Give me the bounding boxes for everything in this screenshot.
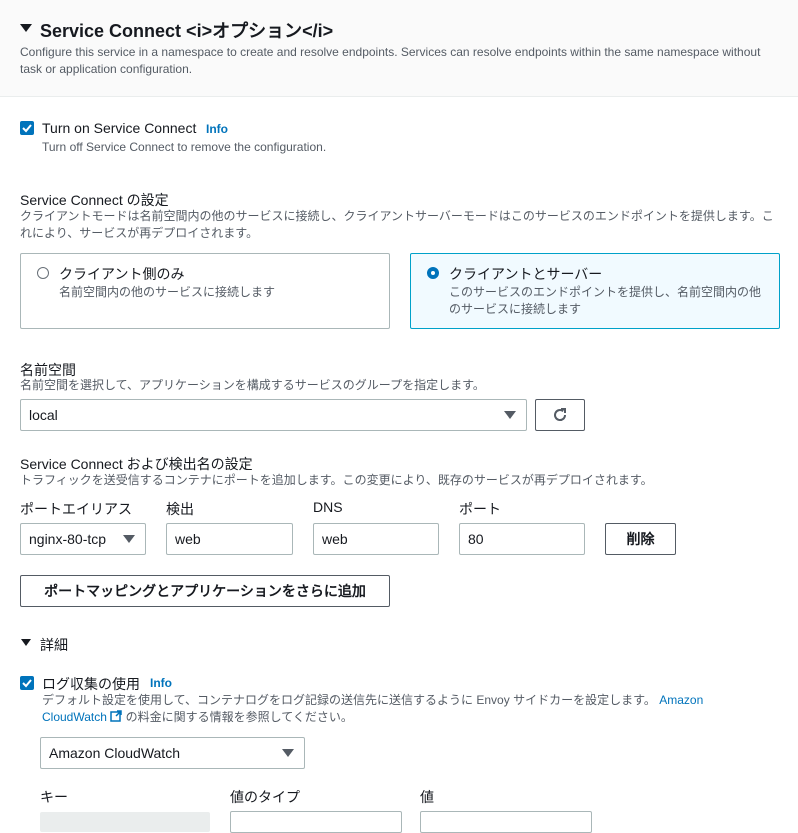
discovery-input[interactable]: web xyxy=(166,523,293,555)
value-type-select[interactable] xyxy=(230,811,402,833)
add-port-mapping-button[interactable]: ポートマッピングとアプリケーションをさらに追加 xyxy=(20,575,390,607)
turn-on-checkbox[interactable] xyxy=(20,121,34,135)
column-value: 値 xyxy=(420,789,434,805)
log-desc-text-1: デフォルト設定を使用して、コンテナログをログ記録の送信先に送信するように Env… xyxy=(42,693,656,707)
column-dns: DNS xyxy=(313,499,343,515)
column-value-type: 値のタイプ xyxy=(230,789,300,805)
turn-on-label[interactable]: Turn on Service Connect xyxy=(42,120,196,136)
namespace-value: local xyxy=(29,407,58,423)
radio-client-server[interactable] xyxy=(427,267,439,279)
key-input[interactable] xyxy=(40,812,210,832)
dns-input[interactable]: web xyxy=(313,523,439,555)
turn-on-description: Turn off Service Connect to remove the c… xyxy=(42,140,327,154)
option-client-server-desc: このサービスのエンドポイントを提供し、名前空間内の他のサービスに接続します xyxy=(449,285,762,316)
config-title: Service Connect の設定 xyxy=(20,192,169,208)
discovery-description: トラフィックを送受信するコンテナにポートを追加します。この変更により、既存のサー… xyxy=(20,473,653,487)
namespace-select[interactable]: local xyxy=(20,399,527,431)
external-link-icon[interactable] xyxy=(110,710,123,722)
config-description: クライアントモードは名前空間内の他のサービスに接続し、クライアントサーバーモード… xyxy=(20,209,774,240)
delete-button[interactable]: 削除 xyxy=(605,523,676,555)
namespace-refresh-button[interactable] xyxy=(535,399,585,431)
port-alias-value: nginx-80-tcp xyxy=(29,531,107,547)
details-title[interactable]: 詳細 xyxy=(40,635,68,655)
namespace-description: 名前空間を選択して、アプリケーションを構成するサービスのグループを指定します。 xyxy=(20,378,485,392)
option-client-server-label: クライアントとサーバー xyxy=(449,266,603,282)
option-client-only-desc: 名前空間内の他のサービスに接続します xyxy=(59,285,276,299)
refresh-icon xyxy=(554,408,567,421)
dns-value: web xyxy=(322,531,348,547)
log-collection-info-link[interactable]: Info xyxy=(150,676,172,690)
section-title: Service Connect <i>オプション</i> xyxy=(40,21,334,41)
section-description: Configure this service in a namespace to… xyxy=(20,45,761,76)
option-client-only[interactable]: クライアント側のみ 名前空間内の他のサービスに接続します xyxy=(20,253,390,329)
column-port: ポート xyxy=(459,501,501,517)
discovery-value: web xyxy=(175,531,201,547)
cloudwatch-pricing-link-1[interactable]: Amazon xyxy=(659,693,703,707)
chevron-down-icon xyxy=(123,535,135,543)
log-collection-label[interactable]: ログ収集の使用 xyxy=(42,674,140,694)
column-discovery: 検出 xyxy=(166,501,194,517)
port-value: 80 xyxy=(468,531,484,547)
details-caret-icon[interactable] xyxy=(21,639,31,646)
log-destination-select[interactable]: Amazon CloudWatch xyxy=(40,737,305,769)
log-destination-value: Amazon CloudWatch xyxy=(49,745,180,761)
radio-client-only[interactable] xyxy=(37,267,49,279)
column-port-alias: ポートエイリアス xyxy=(20,501,132,517)
log-collection-description: デフォルト設定を使用して、コンテナログをログ記録の送信先に送信するように Env… xyxy=(42,692,742,726)
log-desc-text-2: の料金に関する情報を参照してください。 xyxy=(125,710,353,724)
column-key: キー xyxy=(40,789,68,805)
cloudwatch-pricing-link-2[interactable]: CloudWatch xyxy=(42,710,107,724)
chevron-down-icon xyxy=(282,749,294,757)
chevron-down-icon xyxy=(504,411,516,419)
value-input[interactable] xyxy=(420,811,592,833)
turn-on-info-link[interactable]: Info xyxy=(206,122,228,136)
collapse-caret-icon[interactable] xyxy=(20,24,32,32)
discovery-title: Service Connect および検出名の設定 xyxy=(20,456,253,472)
log-collection-checkbox[interactable] xyxy=(20,676,34,690)
option-client-only-label: クライアント側のみ xyxy=(59,266,185,282)
port-input[interactable]: 80 xyxy=(459,523,585,555)
port-alias-select[interactable]: nginx-80-tcp xyxy=(20,523,146,555)
option-client-server[interactable]: クライアントとサーバー このサービスのエンドポイントを提供し、名前空間内の他のサ… xyxy=(410,253,780,329)
